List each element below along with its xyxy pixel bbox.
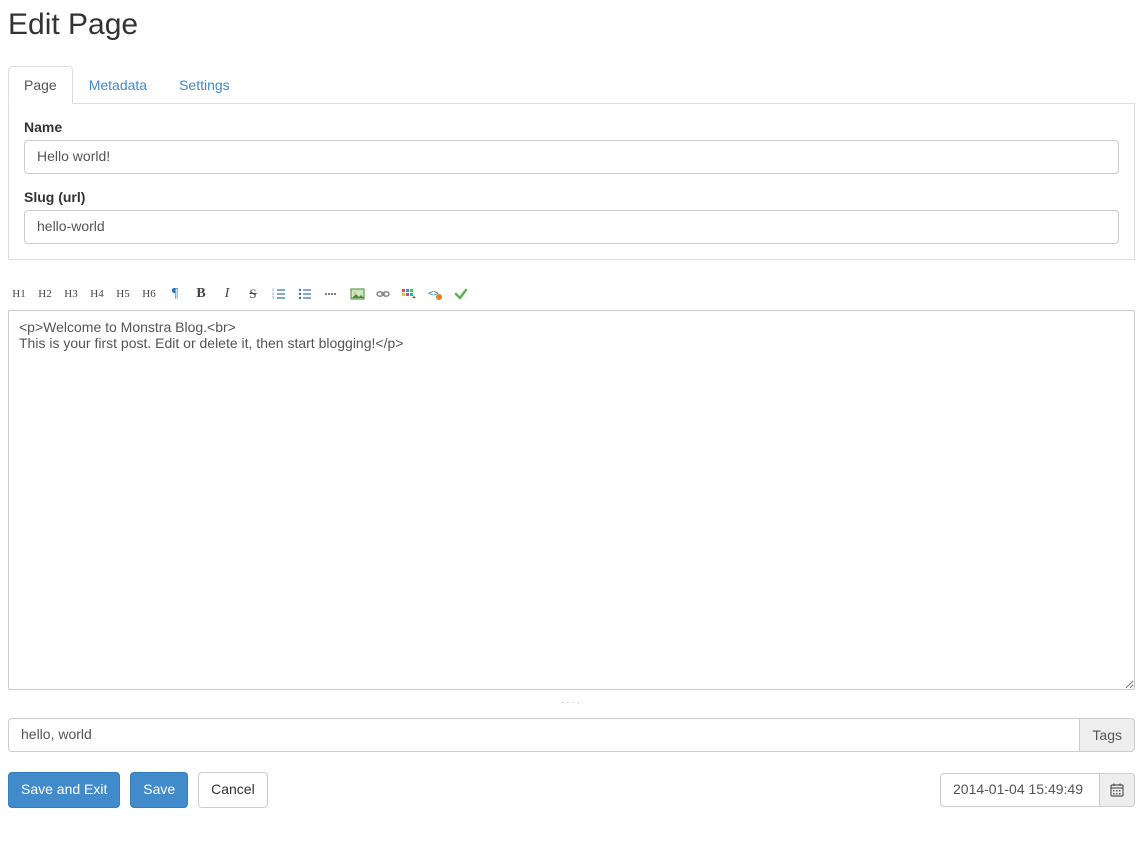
date-group: [940, 773, 1135, 807]
ordered-list-icon: 123: [272, 287, 286, 301]
image-button[interactable]: [346, 284, 368, 304]
footer-row: Save and Exit Save Cancel: [8, 772, 1135, 808]
check-icon: [454, 287, 468, 301]
slug-label: Slug (url): [24, 189, 1119, 205]
tab-panel-page: Name Slug (url): [8, 104, 1135, 260]
tags-addon: Tags: [1080, 718, 1135, 752]
italic-button[interactable]: I: [216, 284, 238, 304]
h4-button[interactable]: H4: [86, 284, 108, 304]
slug-input[interactable]: [24, 210, 1119, 244]
h5-button[interactable]: H5: [112, 284, 134, 304]
tags-input[interactable]: [8, 718, 1080, 752]
tab-page[interactable]: Page: [8, 66, 73, 104]
resize-handle[interactable]: ····: [8, 693, 1135, 718]
ordered-list-button[interactable]: 123: [268, 284, 290, 304]
tab-list: Page Metadata Settings: [8, 66, 1135, 104]
date-input[interactable]: [940, 773, 1100, 807]
svg-text:3: 3: [272, 295, 274, 300]
save-and-exit-button[interactable]: Save and Exit: [8, 772, 120, 808]
image-icon: [350, 287, 365, 301]
h2-button[interactable]: H2: [34, 284, 56, 304]
content-editor[interactable]: [8, 310, 1135, 690]
tags-group: Tags: [8, 718, 1135, 752]
color-grid-icon: [401, 287, 417, 301]
clean-code-icon: <>: [428, 287, 443, 301]
clean-code-button[interactable]: <>: [424, 284, 446, 304]
calendar-icon: [1110, 783, 1124, 797]
hr-button[interactable]: [320, 284, 342, 304]
check-button[interactable]: [450, 284, 472, 304]
page-title: Edit Page: [8, 8, 1135, 42]
h6-button[interactable]: H6: [138, 284, 160, 304]
link-icon: [375, 287, 391, 301]
unordered-list-icon: [298, 287, 312, 301]
paragraph-button[interactable]: ¶: [164, 284, 186, 304]
cancel-button[interactable]: Cancel: [198, 772, 268, 808]
bold-button[interactable]: B: [190, 284, 212, 304]
name-input[interactable]: [24, 140, 1119, 174]
save-button[interactable]: Save: [130, 772, 188, 808]
link-button[interactable]: [372, 284, 394, 304]
action-buttons: Save and Exit Save Cancel: [8, 772, 268, 808]
tab-metadata[interactable]: Metadata: [73, 66, 163, 104]
hr-icon: [324, 287, 338, 301]
strike-button[interactable]: S: [242, 284, 264, 304]
calendar-button[interactable]: [1100, 773, 1135, 807]
unordered-list-button[interactable]: [294, 284, 316, 304]
tab-settings[interactable]: Settings: [163, 66, 246, 104]
h3-button[interactable]: H3: [60, 284, 82, 304]
h1-button[interactable]: H1: [8, 284, 30, 304]
name-label: Name: [24, 119, 1119, 135]
color-grid-button[interactable]: [398, 284, 420, 304]
editor-toolbar: H1 H2 H3 H4 H5 H6 ¶ B I S 123 <>: [8, 280, 1135, 310]
